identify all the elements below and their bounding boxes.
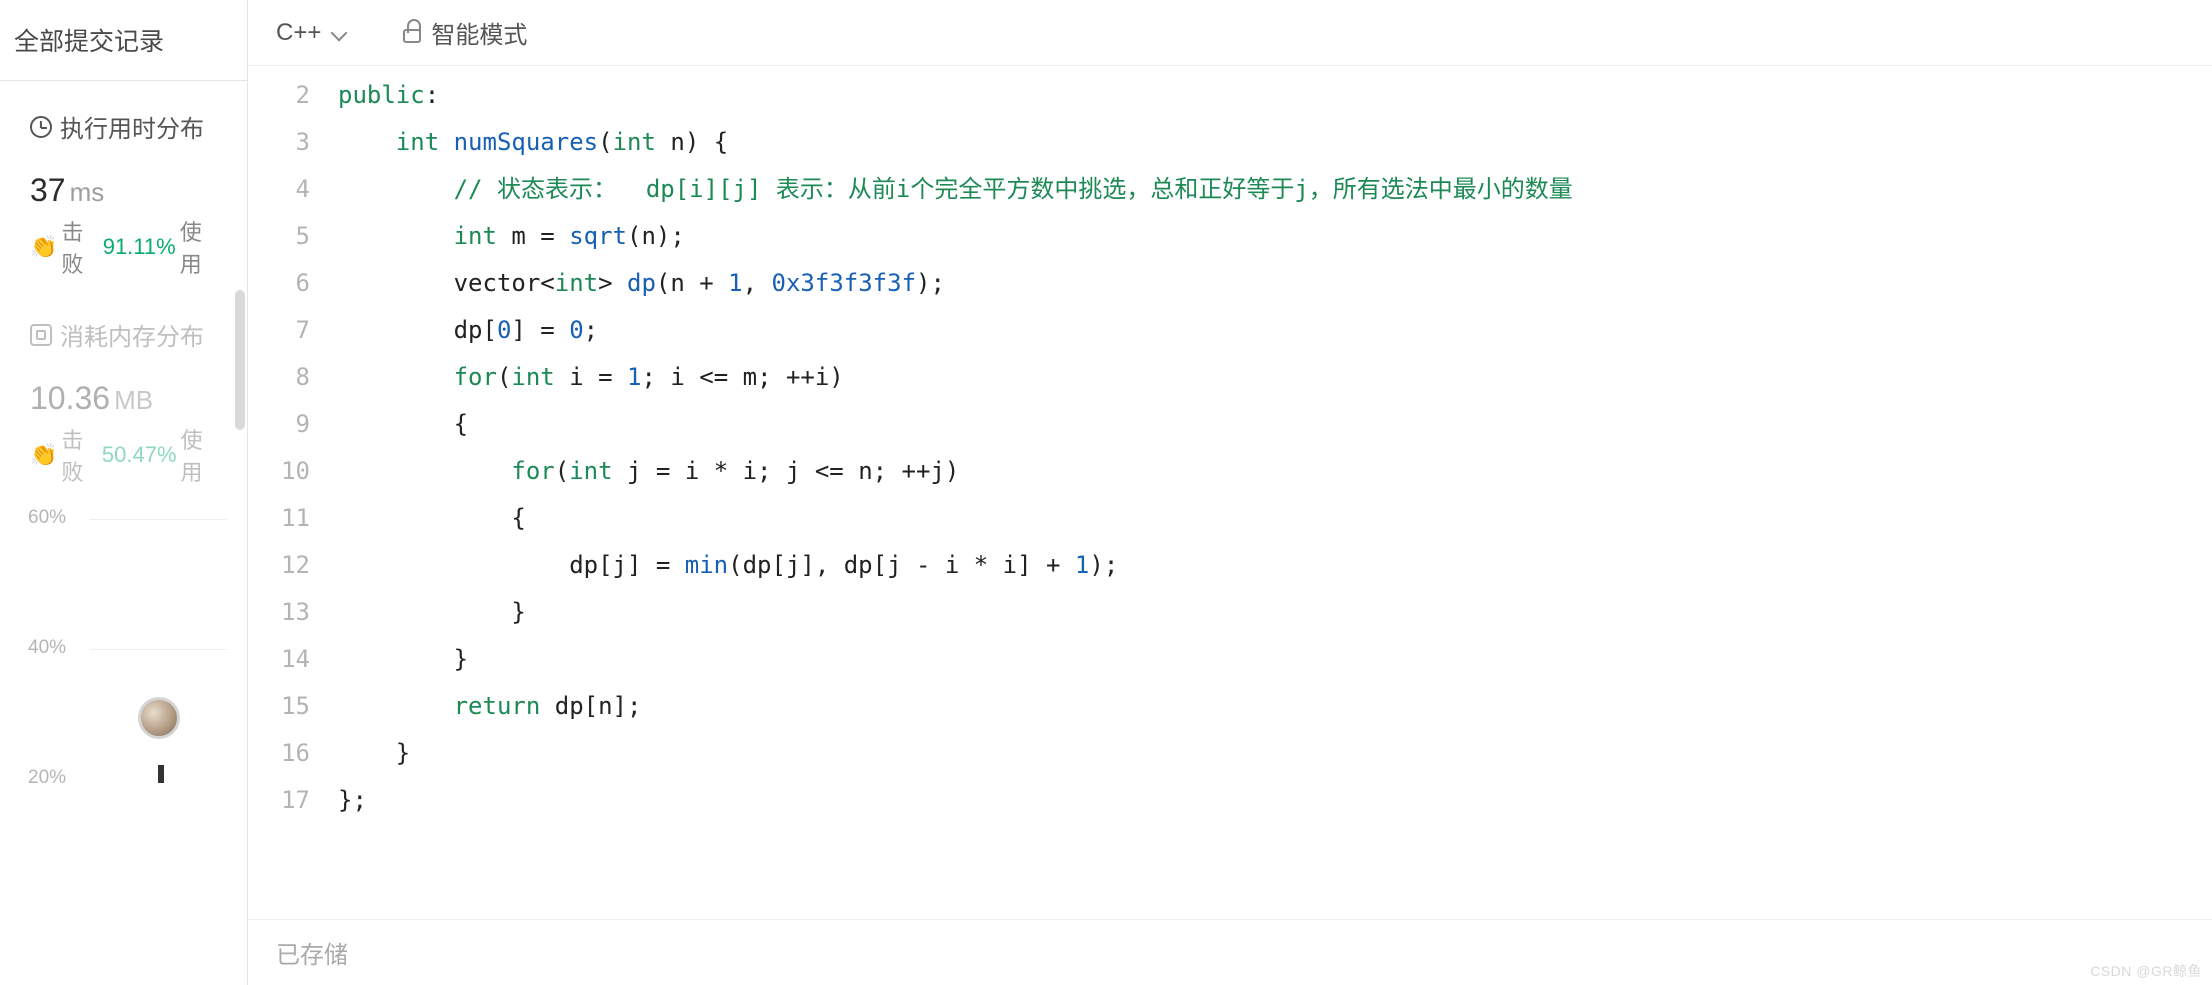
status-bar: 已存储 — [248, 919, 2212, 985]
line-number: 10 — [248, 448, 310, 495]
clock-icon — [30, 116, 52, 138]
code-line[interactable]: dp[0] = 0; — [338, 307, 2212, 354]
line-number: 8 — [248, 354, 310, 401]
line-number: 17 — [248, 777, 310, 824]
chart-tick-40: 40% — [28, 637, 88, 659]
memory-beats-suffix: 使用 — [181, 423, 217, 487]
runtime-number: 37 — [30, 172, 66, 208]
code-line[interactable]: for(int i = 1; i <= m; ++i) — [338, 354, 2212, 401]
sidebar-title[interactable]: 全部提交记录 — [0, 0, 247, 81]
line-number: 4 — [248, 166, 310, 213]
code-line[interactable]: // 状态表示： dp[i][j] 表示：从前i个完全平方数中挑选，总和正好等于… — [338, 166, 2212, 213]
memory-label-text: 消耗内存分布 — [60, 317, 204, 352]
status-text: 已存储 — [276, 935, 348, 970]
sidebar: 全部提交记录 执行用时分布 37ms 👏 击败 91.11% 使用 消耗内存分布… — [0, 0, 248, 985]
code-line[interactable]: int numSquares(int n) { — [338, 119, 2212, 166]
line-gutter: 234567891011121314151617 — [248, 72, 338, 919]
code-line[interactable]: } — [338, 730, 2212, 777]
code-line[interactable]: public: — [338, 72, 2212, 119]
memory-beats-pct: 50.47% — [102, 442, 177, 468]
line-number: 12 — [248, 542, 310, 589]
chip-icon — [30, 324, 52, 346]
chart-tick-60: 60% — [28, 507, 88, 529]
runtime-chart: 60% 40% 20% — [0, 507, 247, 787]
code-line[interactable]: { — [338, 401, 2212, 448]
line-number: 5 — [248, 213, 310, 260]
code-line[interactable]: return dp[n]; — [338, 683, 2212, 730]
memory-value: 10.36MB — [0, 362, 247, 417]
avatar[interactable] — [138, 697, 180, 739]
language-select[interactable]: C++ — [276, 19, 347, 47]
memory-block: 消耗内存分布 — [0, 299, 247, 362]
code-line[interactable]: int m = sqrt(n); — [338, 213, 2212, 260]
line-number: 3 — [248, 119, 310, 166]
watermark: CSDN @GR鲸鱼 — [2090, 961, 2202, 981]
code-editor[interactable]: 234567891011121314151617 public: int num… — [248, 66, 2212, 919]
runtime-label-text: 执行用时分布 — [60, 109, 204, 144]
runtime-label: 执行用时分布 — [30, 109, 217, 144]
memory-beats-prefix: 击败 — [61, 423, 97, 487]
line-number: 9 — [248, 401, 310, 448]
line-number: 6 — [248, 260, 310, 307]
runtime-beats-prefix: 击败 — [61, 215, 98, 279]
line-number: 15 — [248, 683, 310, 730]
chart-marker — [158, 765, 164, 783]
code-line[interactable]: { — [338, 495, 2212, 542]
runtime-beats-suffix: 使用 — [180, 215, 217, 279]
lock-icon — [403, 29, 421, 43]
runtime-unit: ms — [70, 177, 105, 207]
memory-number: 10.36 — [30, 380, 110, 416]
line-number: 14 — [248, 636, 310, 683]
code-line[interactable]: }; — [338, 777, 2212, 824]
runtime-beats-pct: 91.11% — [103, 234, 176, 260]
mode-indicator[interactable]: 智能模式 — [403, 15, 527, 50]
mode-label: 智能模式 — [431, 15, 527, 50]
editor-toolbar: C++ 智能模式 — [248, 0, 2212, 66]
memory-label: 消耗内存分布 — [30, 317, 217, 352]
memory-beats: 👏 击败 50.47% 使用 — [0, 417, 247, 507]
line-number: 11 — [248, 495, 310, 542]
chart-gridline — [90, 649, 227, 650]
runtime-beats: 👏 击败 91.11% 使用 — [0, 209, 247, 299]
clap-icon: 👏 — [30, 234, 57, 260]
clap-icon: 👏 — [30, 442, 57, 468]
runtime-value: 37ms — [0, 154, 247, 209]
chevron-down-icon — [331, 25, 347, 41]
chart-tick-20: 20% — [28, 767, 88, 789]
line-number: 7 — [248, 307, 310, 354]
main-panel: C++ 智能模式 234567891011121314151617 public… — [248, 0, 2212, 985]
line-number: 13 — [248, 589, 310, 636]
code-line[interactable]: } — [338, 589, 2212, 636]
memory-unit: MB — [114, 385, 153, 415]
code-line[interactable]: vector<int> dp(n + 1, 0x3f3f3f3f); — [338, 260, 2212, 307]
code-line[interactable]: } — [338, 636, 2212, 683]
runtime-block: 执行用时分布 — [0, 81, 247, 154]
line-number: 16 — [248, 730, 310, 777]
code-content[interactable]: public: int numSquares(int n) { // 状态表示：… — [338, 72, 2212, 919]
sidebar-scrollbar[interactable] — [235, 290, 245, 430]
chart-gridline — [90, 519, 227, 520]
code-line[interactable]: dp[j] = min(dp[j], dp[j - i * i] + 1); — [338, 542, 2212, 589]
line-number: 2 — [248, 72, 310, 119]
code-line[interactable]: for(int j = i * i; j <= n; ++j) — [338, 448, 2212, 495]
language-label: C++ — [276, 19, 321, 47]
